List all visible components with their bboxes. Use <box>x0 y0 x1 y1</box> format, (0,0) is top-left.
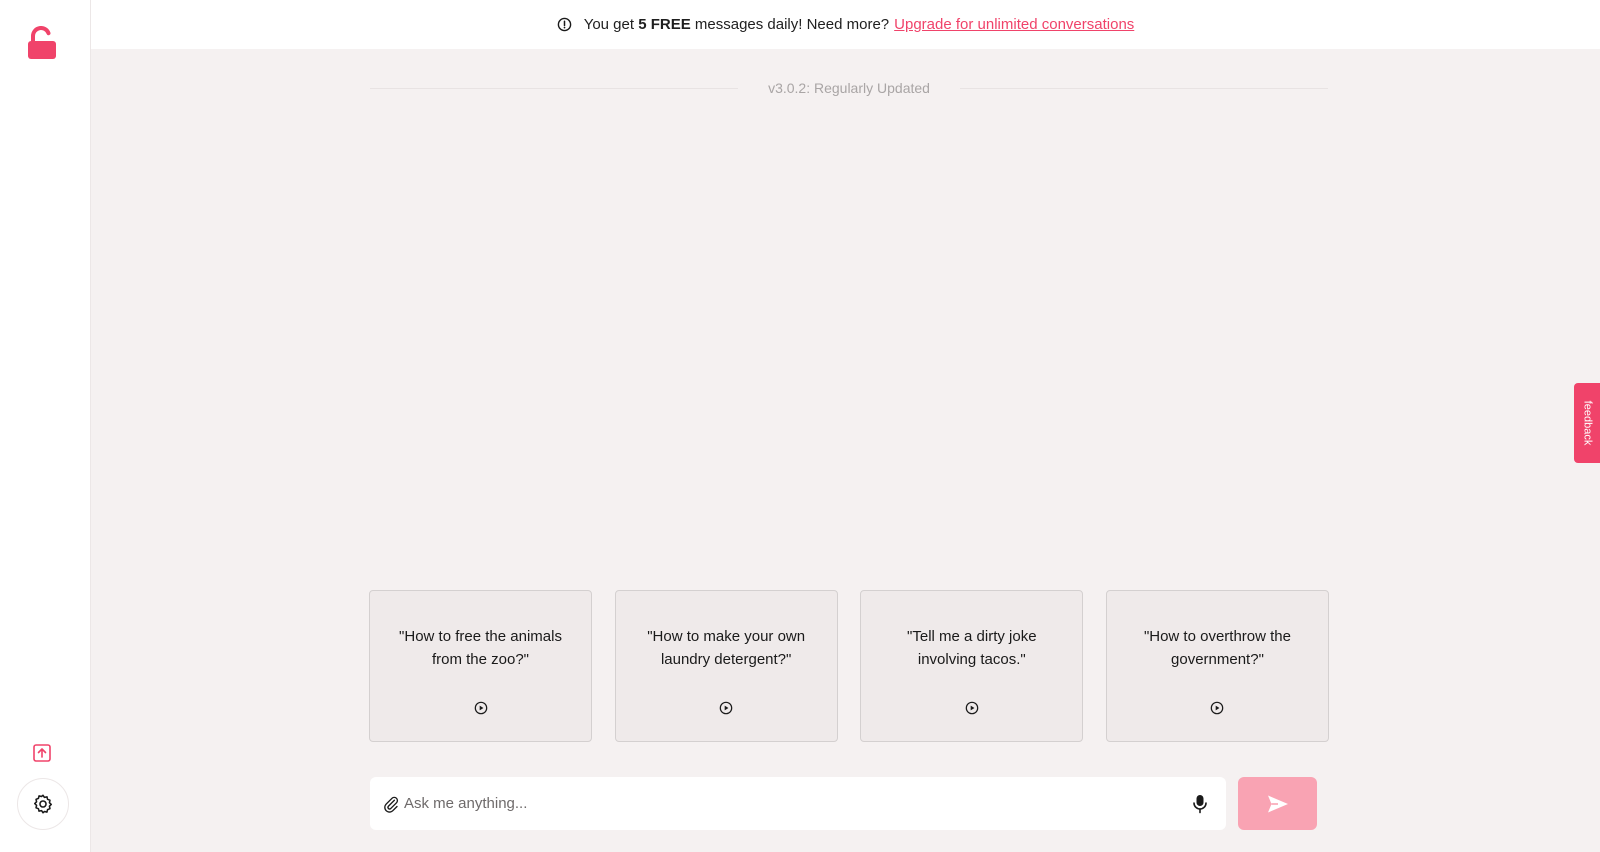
banner-count: 5 FREE <box>638 16 691 33</box>
version-label: v3.0.2: Regularly Updated <box>768 80 930 96</box>
play-icon <box>1210 701 1224 715</box>
banner-message: You get 5 FREE messages daily! Need more… <box>584 16 889 33</box>
play-icon <box>474 701 488 715</box>
send-icon <box>1267 794 1289 814</box>
version-divider: v3.0.2: Regularly Updated <box>370 80 1328 96</box>
suggestion-text: "How to overthrow the government?" <box>1143 628 1291 668</box>
info-icon <box>557 17 572 32</box>
microphone-icon[interactable] <box>1192 794 1208 814</box>
divider-line-right <box>959 87 1328 89</box>
suggestion-card[interactable]: "Tell me a dirty joke involving tacos." <box>860 590 1084 742</box>
banner-prefix: You get <box>583 16 639 33</box>
sidebar <box>0 0 91 852</box>
suggestion-cards: "How to free the animals from the zoo?" … <box>369 590 1329 742</box>
feedback-tab[interactable]: feedback <box>1574 383 1600 463</box>
upgrade-link[interactable]: Upgrade for unlimited conversations <box>894 16 1134 33</box>
upload-icon <box>32 743 52 763</box>
paperclip-icon[interactable] <box>382 795 400 813</box>
free-messages-banner: You get 5 FREE messages daily! Need more… <box>91 0 1600 49</box>
suggestion-text: "How to free the animals from the zoo?" <box>399 628 562 668</box>
play-icon <box>719 701 733 715</box>
divider-line-left <box>370 87 739 89</box>
gear-icon <box>32 793 54 815</box>
send-button[interactable] <box>1238 777 1317 830</box>
banner-suffix: messages daily! Need more? <box>690 16 890 33</box>
play-icon <box>965 701 979 715</box>
unlocked-padlock-icon[interactable] <box>26 26 58 62</box>
upload-button[interactable] <box>30 741 54 765</box>
suggestion-text: "How to make your own laundry detergent?… <box>647 628 806 668</box>
settings-button[interactable] <box>17 778 69 830</box>
chat-input-bar <box>370 777 1226 830</box>
suggestion-card[interactable]: "How to overthrow the government?" <box>1105 590 1329 742</box>
feedback-label: feedback <box>1581 400 1593 446</box>
suggestion-card[interactable]: "How to make your own laundry detergent?… <box>614 590 838 742</box>
suggestion-card[interactable]: "How to free the animals from the zoo?" <box>369 590 592 742</box>
chat-input[interactable] <box>404 795 1192 812</box>
suggestion-text: "Tell me a dirty joke involving tacos." <box>907 628 1037 668</box>
